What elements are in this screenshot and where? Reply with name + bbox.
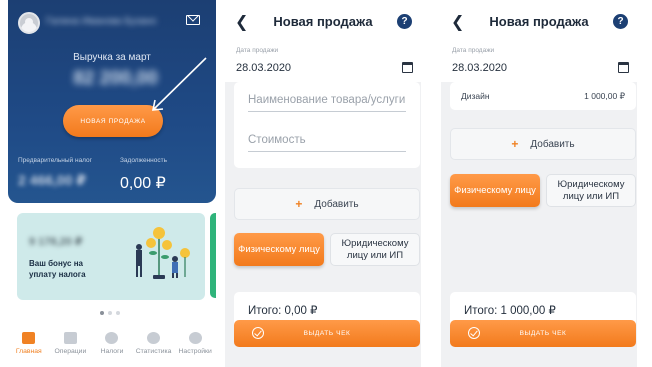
date-field[interactable]: Дата продажи 28.03.2020 — [225, 44, 421, 82]
carousel-dots — [100, 311, 120, 315]
date-field[interactable]: Дата продажи 28.03.2020 — [441, 44, 637, 82]
item-name: Дизайн — [461, 91, 490, 101]
mail-icon[interactable] — [186, 15, 200, 25]
individual-button[interactable]: Физическому лицу — [234, 233, 324, 266]
carousel-dot[interactable] — [108, 311, 112, 315]
card-icon — [63, 332, 77, 344]
home-screen: Галина Иванова Бузановна Выручка за март… — [8, 0, 216, 367]
item-price: 1 000,00 ₽ — [584, 91, 625, 101]
revenue-label: Выручка за март — [73, 52, 151, 63]
bonus-text: Ваш бонус на уплату налога — [29, 259, 86, 279]
new-sale-button[interactable]: НОВАЯ ПРОДАЖА — [63, 105, 163, 137]
add-item-button[interactable]: + Добавить — [234, 188, 420, 220]
tax-label: Предварительный налог — [18, 157, 93, 164]
wallet-icon — [22, 332, 36, 344]
bottom-navigation: Главная Операции Налоги Статистика Настр… — [8, 329, 216, 367]
date-label: Дата продажи — [236, 47, 279, 54]
nav-item-taxes[interactable]: Налоги — [91, 329, 133, 367]
nav-label: Главная — [15, 348, 42, 355]
check-circle-icon — [468, 327, 480, 339]
issue-receipt-label: ВЫДАТЬ ЧЕК — [303, 330, 351, 337]
header: ❮ Новая продажа ? — [225, 0, 421, 44]
nav-label: Операции — [54, 348, 87, 355]
calendar-icon[interactable] — [618, 62, 629, 73]
bonus-amount: 9 178,20 ₽ — [29, 236, 83, 248]
plus-icon: + — [511, 137, 519, 151]
date-value: 28.03.2020 — [236, 62, 292, 74]
item-form-card: Наименование товара/услуги Стоимость — [234, 82, 420, 168]
check-circle-icon — [252, 327, 264, 339]
carousel-dot[interactable] — [116, 311, 120, 315]
carousel-dot[interactable] — [100, 311, 104, 315]
pie-chart-icon — [147, 332, 161, 344]
help-icon[interactable]: ? — [397, 14, 412, 29]
header: ❮ Новая продажа ? — [441, 0, 637, 44]
revenue-panel: Галина Иванова Бузановна Выручка за март… — [8, 0, 216, 203]
new-sale-screen-filled: ❮ Новая продажа ? Дата продажи 28.03.202… — [441, 0, 637, 367]
nav-label: Налоги — [100, 348, 124, 355]
item-row[interactable]: Дизайн 1 000,00 ₽ — [450, 82, 636, 110]
issue-receipt-label: ВЫДАТЬ ЧЕК — [519, 330, 567, 337]
coins-icon — [105, 332, 119, 344]
next-promo-card[interactable] — [210, 213, 216, 298]
nav-item-home[interactable]: Главная — [8, 329, 50, 367]
legal-entity-button[interactable]: Юридическому лицу или ИП — [330, 233, 420, 266]
date-label: Дата продажи — [452, 47, 495, 54]
help-icon[interactable]: ? — [613, 14, 628, 29]
issue-receipt-button[interactable]: ВЫДАТЬ ЧЕК — [234, 320, 420, 347]
total-amount: Итого: 1 000,00 ₽ — [464, 305, 556, 317]
issue-receipt-button[interactable]: ВЫДАТЬ ЧЕК — [450, 320, 636, 347]
revenue-value: 82 200,00 — [73, 68, 158, 89]
nav-label: Настройки — [178, 348, 212, 355]
avatar[interactable] — [18, 12, 40, 34]
add-button-label: Добавить — [314, 198, 359, 210]
debt-value: 0,00 ₽ — [120, 175, 166, 192]
total-amount: Итого: 0,00 ₽ — [248, 305, 318, 317]
legal-entity-button[interactable]: Юридическому лицу или ИП — [546, 174, 636, 207]
nav-item-operations[interactable]: Операции — [50, 329, 92, 367]
new-sale-screen-empty: ❮ Новая продажа ? Дата продажи 28.03.202… — [225, 0, 421, 367]
money-tree-illustration — [136, 227, 190, 279]
add-button-label: Добавить — [530, 138, 575, 150]
date-value: 28.03.2020 — [452, 62, 508, 74]
tax-value: 2 466,00 ₽ — [18, 172, 87, 188]
add-item-button[interactable]: + Добавить — [450, 128, 636, 160]
page-title: Новая продажа — [273, 14, 373, 29]
item-name-input[interactable]: Наименование товара/услуги — [248, 94, 406, 112]
user-name: Галина Иванова Бузановна — [46, 16, 156, 27]
debt-label: Задолженность — [120, 157, 167, 164]
nav-item-settings[interactable]: Настройки — [174, 329, 216, 367]
calendar-icon[interactable] — [402, 62, 413, 73]
nav-label: Статистика — [135, 348, 172, 355]
gear-icon — [188, 332, 202, 344]
plus-icon: + — [295, 197, 303, 211]
nav-item-statistics[interactable]: Статистика — [133, 329, 175, 367]
page-title: Новая продажа — [489, 14, 589, 29]
individual-button[interactable]: Физическому лицу — [450, 174, 540, 207]
price-input[interactable]: Стоимость — [248, 134, 406, 152]
bonus-card[interactable]: 9 178,20 ₽ Ваш бонус на уплату налога — [17, 213, 205, 300]
